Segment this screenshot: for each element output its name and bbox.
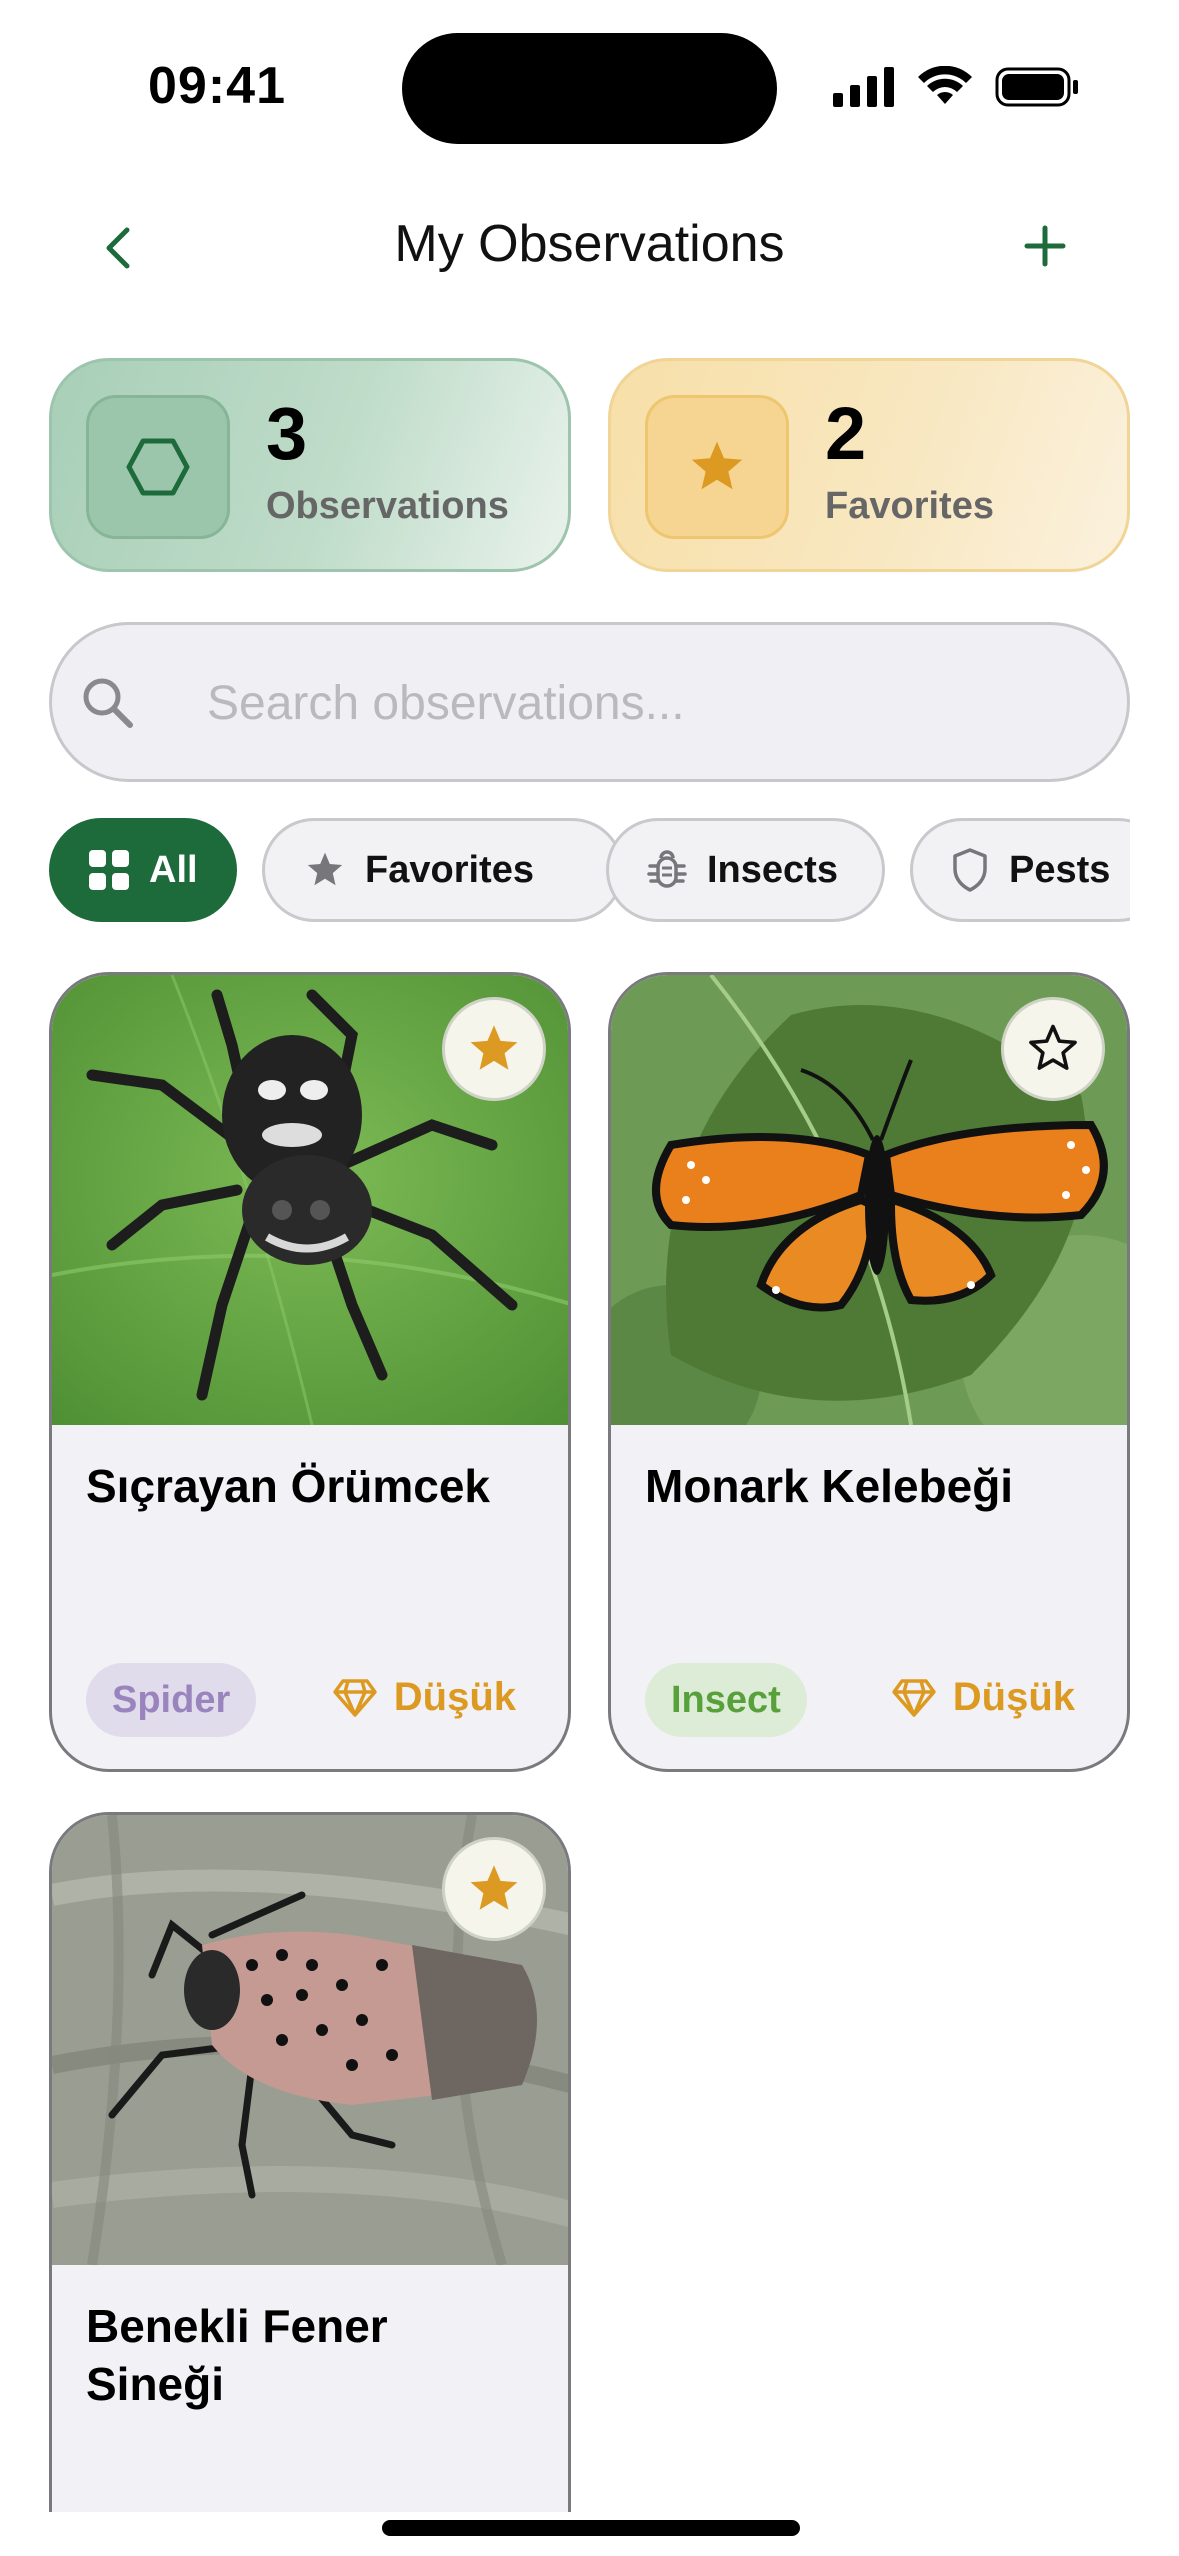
search-input[interactable]	[207, 663, 1087, 743]
rarity-label: Düşük	[393, 1675, 516, 1719]
cellular-signal-icon	[833, 67, 894, 107]
wifi-icon	[918, 66, 972, 104]
favorites-stat-card[interactable]: 2 Favorites	[608, 358, 1130, 572]
shield-icon	[953, 848, 987, 892]
status-time: 09:41	[148, 57, 286, 115]
filter-chip-insects[interactable]: Insects	[606, 818, 885, 922]
observations-stat-card[interactable]: 3 Observations	[49, 358, 571, 572]
gem-icon	[892, 1678, 936, 1717]
filter-chip-pests[interactable]: Pests	[910, 818, 1130, 922]
observations-stat-icon-box	[86, 395, 230, 539]
favorite-toggle-button[interactable]	[442, 1837, 546, 1941]
observation-name: Benekli Fener Sineği	[86, 2300, 388, 2410]
page-title: My Observations	[394, 215, 785, 273]
favorite-toggle-button[interactable]	[1001, 997, 1105, 1101]
bug-icon	[647, 850, 687, 888]
star-filled-icon	[470, 1025, 518, 1070]
observation-name: Sıçrayan Örümcek	[86, 1460, 491, 1512]
star-filled-icon	[470, 1865, 518, 1910]
rarity-label: Düşük	[952, 1675, 1075, 1719]
filter-chip-label: All	[149, 848, 198, 891]
filter-chip-favorites[interactable]: Favorites	[262, 818, 624, 922]
nav-bar: My Observations	[0, 190, 1179, 300]
category-tag: Insect	[645, 1663, 807, 1737]
favorites-stat-icon-box	[645, 395, 789, 539]
filter-chips: All Favorites Insects Pests	[49, 818, 1130, 928]
observation-name: Monark Kelebeği	[645, 1460, 1014, 1512]
star-outline-icon	[1029, 1024, 1077, 1070]
gem-icon	[333, 1678, 377, 1717]
observation-card[interactable]: Benekli Fener Sineği	[49, 1812, 571, 2512]
rarity-indicator: Düşük	[891, 1675, 1075, 1720]
status-icons	[833, 66, 1079, 108]
filter-chip-label: Pests	[1009, 848, 1111, 891]
home-indicator[interactable]	[382, 2520, 800, 2536]
favorites-label: Favorites	[825, 485, 994, 527]
filter-chip-label: Insects	[707, 848, 838, 891]
search-bar[interactable]	[49, 622, 1130, 782]
search-icon	[83, 678, 133, 728]
plus-icon	[1024, 225, 1066, 267]
star-icon	[307, 852, 343, 886]
favorites-count: 2	[825, 392, 867, 475]
rarity-indicator: Düşük	[332, 1675, 516, 1720]
observation-card[interactable]: Monark Kelebeği Insect Düşük	[608, 972, 1130, 1772]
filter-chip-label: Favorites	[365, 848, 534, 891]
observation-card[interactable]: Sıçrayan Örümcek Spider Düşük	[49, 972, 571, 1772]
grid-icon	[89, 850, 129, 890]
battery-icon	[995, 67, 1078, 107]
status-bar: 09:41	[0, 0, 1179, 170]
observations-label: Observations	[266, 485, 509, 527]
star-icon	[691, 441, 743, 490]
favorite-toggle-button[interactable]	[442, 997, 546, 1101]
dynamic-island	[402, 33, 777, 144]
add-observation-button[interactable]	[1015, 216, 1075, 276]
hexagon-icon	[126, 438, 190, 496]
observations-count: 3	[266, 392, 308, 475]
category-tag: Spider	[86, 1663, 257, 1737]
filter-chip-all[interactable]: All	[49, 818, 237, 922]
